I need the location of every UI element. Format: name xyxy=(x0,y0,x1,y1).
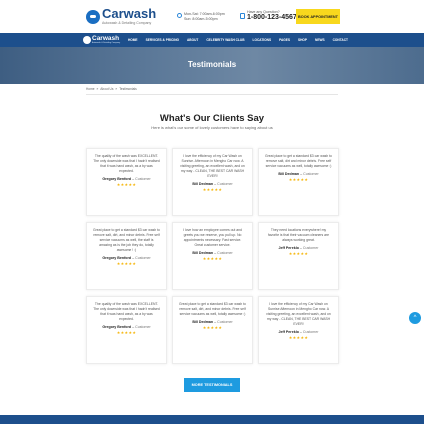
scroll-to-top-button[interactable]: ^ xyxy=(409,312,421,324)
star-rating: ★★★★★ xyxy=(288,177,309,182)
star-rating: ★★★★★ xyxy=(116,261,137,266)
star-rating: ★★★★★ xyxy=(202,187,223,192)
testimonial-card: Great place to get a standard $3 car was… xyxy=(172,296,253,364)
testimonial-quote: Great place to get a standard $3 car was… xyxy=(265,154,332,168)
book-appointment-button[interactable]: BOOK APPOINTMENT xyxy=(296,9,340,24)
breadcrumb-home[interactable]: Home xyxy=(86,87,95,91)
star-rating: ★★★★★ xyxy=(288,251,309,256)
breadcrumb-about[interactable]: About Us xyxy=(100,87,113,91)
star-rating: ★★★★★ xyxy=(116,330,137,335)
logo[interactable]: Carwash Autowash & Detailing Company xyxy=(86,6,157,25)
nav-item-services[interactable]: SERVICES & PRICING xyxy=(146,38,179,42)
phone-icon xyxy=(240,13,245,19)
top-header: Carwash Autowash & Detailing Company Mon… xyxy=(0,0,424,33)
testimonial-name: Bill Dedman xyxy=(278,172,300,176)
testimonial-quote: I love how an employee comes out and gre… xyxy=(183,228,242,247)
testimonial-role: Customer xyxy=(217,320,233,324)
testimonial-quote: I love the efficiency of my Car Wash on … xyxy=(266,302,331,326)
testimonial-card: I love the efficiency of my Car Wash on … xyxy=(172,148,253,216)
main-nav: Carwash Autowash & Detailing Company HOM… xyxy=(0,33,424,47)
breadcrumb-divider xyxy=(86,94,338,95)
testimonial-name: Bill Dedman xyxy=(192,251,214,255)
testimonial-name: Bill Dedman xyxy=(192,320,214,324)
star-rating: ★★★★★ xyxy=(116,182,137,187)
phone-number[interactable]: 1-800-123-4567 xyxy=(247,14,297,22)
chevron-up-icon: ^ xyxy=(413,315,417,321)
testimonial-card: I love the efficiency of my Car Wash on … xyxy=(258,296,339,364)
testimonial-name: Jeff Pereklo xyxy=(278,330,299,334)
nav-item-pages[interactable]: PAGES xyxy=(279,38,290,42)
car-logo-icon xyxy=(86,9,100,24)
nav-item-celebrity-wash-club[interactable]: CELEBRITY WASH CLUB xyxy=(206,38,244,42)
opening-hours: Mon-Sat: 7:00am-6:00pm Sun: 8:00am-5:00p… xyxy=(177,12,225,22)
testimonial-name: Gregory Benford xyxy=(102,177,132,181)
testimonial-card: The quality of the wash was EXCELLENT. T… xyxy=(86,148,167,216)
nav-item-locations[interactable]: LOCATIONS xyxy=(253,38,272,42)
star-rating: ★★★★★ xyxy=(202,256,223,261)
testimonial-card: I love how an employee comes out and gre… xyxy=(172,222,253,290)
breadcrumb-current: Testimonials xyxy=(119,87,137,91)
nav-item-about[interactable]: ABOUT xyxy=(187,38,198,42)
page-banner: Testimonials xyxy=(0,47,424,84)
breadcrumb: Home » About Us » Testimonials xyxy=(86,87,139,91)
star-rating: ★★★★★ xyxy=(288,335,309,340)
testimonial-quote: I love the efficiency of my Car Wash on … xyxy=(180,154,245,178)
nav-item-shop[interactable]: SHOP xyxy=(298,38,307,42)
testimonial-quote: The quality of the wash was EXCELLENT. T… xyxy=(93,302,160,321)
testimonial-card: They need locations everywhere! my favor… xyxy=(258,222,339,290)
breadcrumb-separator: » xyxy=(96,87,99,91)
nav-item-news[interactable]: NEWS xyxy=(315,38,325,42)
testimonial-card: Great place to get a standard $3 car was… xyxy=(258,148,339,216)
testimonial-quote: The quality of the wash was EXCELLENT. T… xyxy=(93,154,160,173)
testimonial-quote: Great place to get a standard $3 car was… xyxy=(179,302,246,316)
logo-tagline: Autowash & Detailing Company xyxy=(102,21,152,25)
testimonial-role: Customer xyxy=(302,246,319,250)
breadcrumb-separator: » xyxy=(115,87,118,91)
hours-line-2: Sun: 8:00am-5:00pm xyxy=(184,17,218,21)
testimonial-name: Bill Dedman xyxy=(192,182,214,186)
nav-item-home[interactable]: HOME xyxy=(128,38,138,42)
testimonial-name: Gregory Benford xyxy=(102,256,132,260)
phone-contact: Have any Question? 1-800-123-4567 xyxy=(240,10,297,22)
testimonial-role: Customer xyxy=(217,182,233,186)
page-title: Testimonials xyxy=(187,60,237,69)
testimonial-name: Gregory Benford xyxy=(102,325,132,329)
clock-icon xyxy=(177,13,182,18)
testimonial-role: Customer xyxy=(135,177,151,181)
testimonial-role: Customer xyxy=(302,330,319,334)
section-subtitle: Here is what's our some of lovely custom… xyxy=(151,125,273,130)
testimonial-quote: Great place to get a standard $3 car was… xyxy=(93,228,160,252)
testimonial-name: Jeff Pereklo xyxy=(278,246,299,250)
testimonial-role: Customer xyxy=(135,325,151,329)
nav-logo-tagline: Autowash & Detailing Company xyxy=(92,42,121,44)
nav-item-contact[interactable]: CONTACT xyxy=(333,38,348,42)
star-rating: ★★★★★ xyxy=(202,325,223,330)
nav-logo[interactable]: Carwash Autowash & Detailing Company xyxy=(83,35,121,44)
footer xyxy=(0,415,424,424)
testimonial-role: Customer xyxy=(135,256,151,260)
testimonial-quote: They need locations everywhere! my favor… xyxy=(267,228,330,242)
testimonial-role: Customer xyxy=(217,251,233,255)
testimonial-card: Great place to get a standard $3 car was… xyxy=(86,222,167,290)
testimonial-card: The quality of the wash was EXCELLENT. T… xyxy=(86,296,167,364)
nav-menu: HOME SERVICES & PRICING ABOUT CELEBRITY … xyxy=(128,33,356,47)
logo-name: Carwash xyxy=(102,6,157,21)
more-testimonials-button[interactable]: MORE TESTIMONIALS xyxy=(184,378,240,392)
section-title: What's Our Clients Say xyxy=(159,113,265,124)
car-logo-icon xyxy=(83,36,91,44)
testimonial-role: Customer xyxy=(303,172,319,176)
